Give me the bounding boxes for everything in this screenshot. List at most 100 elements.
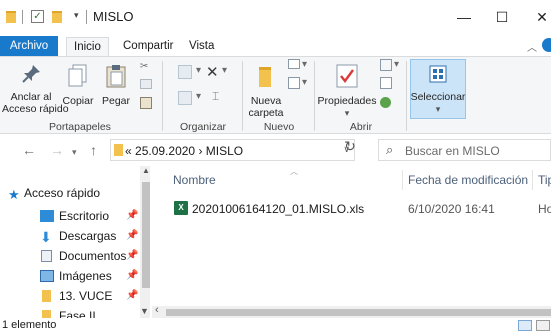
nav-item-label: Escritorio <box>59 209 110 223</box>
select-button[interactable]: Seleccionar ▾ <box>408 63 468 115</box>
address-bar[interactable]: « 25.09.2020 › MISLO ∨ <box>110 139 355 161</box>
horizontal-scrollbar[interactable]: ‹ <box>152 304 551 318</box>
nav-item-desktop[interactable]: Escritorio 📌 <box>0 206 150 226</box>
tab-compartir[interactable]: Compartir <box>116 37 180 56</box>
help-icon[interactable] <box>542 38 551 52</box>
collapse-ribbon-icon[interactable]: ︿ <box>527 39 537 54</box>
checkbox-icon[interactable]: ✓ <box>31 10 44 23</box>
window-title: MISLO <box>93 9 134 24</box>
copy-button[interactable]: Copiar <box>60 63 96 107</box>
nav-item-downloads[interactable]: ⬇ Descargas 📌 <box>0 226 150 246</box>
tab-vista[interactable]: Vista <box>182 37 221 56</box>
nav-item-folder-vuce[interactable]: 13. VUCE 📌 <box>0 286 150 306</box>
column-header-type[interactable]: Tip <box>538 173 551 187</box>
chevron-down-icon[interactable]: ▾ <box>302 77 307 88</box>
scrollbar-thumb[interactable] <box>142 182 150 288</box>
divider <box>86 10 87 24</box>
large-icons-view-icon[interactable] <box>536 320 550 331</box>
nav-item-label: Imágenes <box>59 269 112 283</box>
recent-locations-chevron-icon[interactable]: ▾ <box>72 147 77 158</box>
breadcrumb-parent[interactable]: 25.09.2020 <box>135 144 195 158</box>
cut-icon[interactable]: ✂ <box>140 61 148 72</box>
pin-icon[interactable]: 📌 <box>126 266 138 286</box>
new-folder-label: Nueva carpeta <box>248 95 284 119</box>
search-input[interactable]: Buscar en MISLO <box>405 144 500 158</box>
select-label: Seleccionar <box>410 91 466 103</box>
edit-icon[interactable] <box>380 77 392 89</box>
search-box[interactable]: ⌕ Buscar en MISLO <box>378 139 551 161</box>
nav-item-label: Acceso rápido <box>24 186 101 200</box>
pin-icon[interactable]: 📌 <box>126 286 138 306</box>
column-divider[interactable] <box>532 170 533 190</box>
chevron-down-icon: ▾ <box>344 108 350 118</box>
nav-pane-scrollbar[interactable]: ▲ <box>140 166 150 318</box>
new-folder-icon[interactable] <box>52 11 62 23</box>
chevron-down-icon[interactable]: ▾ <box>302 59 307 70</box>
easy-access-icon[interactable] <box>288 77 300 89</box>
delete-icon[interactable]: ✕ <box>206 63 219 81</box>
paste-shortcut-icon[interactable] <box>140 97 152 109</box>
tab-archivo[interactable]: Archivo <box>0 36 58 56</box>
navigation-bar: ← → ▾ ↑ « 25.09.2020 › MISLO ∨ ↻ ⌕ Busca… <box>0 134 551 166</box>
nav-item-label: Documentos <box>59 249 127 263</box>
pictures-icon <box>40 270 54 282</box>
scroll-up-icon[interactable]: ▲ <box>142 166 150 175</box>
folder-icon <box>42 290 51 302</box>
chevron-down-icon[interactable]: ▾ <box>222 65 227 76</box>
sort-ascending-icon: ︿ <box>290 167 298 176</box>
folder-icon <box>42 310 51 318</box>
search-icon: ⌕ <box>386 142 394 157</box>
refresh-icon[interactable]: ↻ <box>340 138 360 158</box>
properties-button[interactable]: Propiedades ▾ <box>316 63 378 119</box>
nav-item-label: Descargas <box>59 229 117 243</box>
file-name: 20201006164120_01.MISLO.xls <box>192 202 365 216</box>
details-view-icon[interactable] <box>518 320 532 331</box>
pin-icon[interactable]: 📌 <box>126 206 138 226</box>
scroll-left-icon[interactable]: ‹ <box>155 304 159 316</box>
select-all-icon <box>429 65 447 83</box>
scrollbar-thumb[interactable] <box>166 309 551 316</box>
navigation-pane: ★ Acceso rápido Escritorio 📌 ⬇ Descargas… <box>0 166 150 318</box>
copy-icon <box>68 64 87 87</box>
item-count: 1 elemento <box>2 319 57 331</box>
paste-button[interactable]: Pegar <box>98 63 134 107</box>
nav-item-documents[interactable]: Documentos 📌 <box>0 246 150 266</box>
up-arrow-icon[interactable]: ↑ <box>90 142 97 158</box>
column-header-name[interactable]: Nombre <box>173 173 216 187</box>
quick-access-dropdown-icon[interactable]: ▾ <box>74 10 79 21</box>
maximize-button[interactable]: ☐ <box>490 6 514 28</box>
pin-icon[interactable]: 📌 <box>126 246 138 266</box>
column-header-modified[interactable]: Fecha de modificación <box>408 173 528 187</box>
nav-item-folder-fase[interactable]: Fase II <box>0 306 150 318</box>
new-item-icon[interactable] <box>288 59 300 69</box>
pin-icon[interactable]: 📌 <box>126 226 138 246</box>
scroll-down-icon[interactable]: ▼ <box>140 306 149 316</box>
table-row[interactable]: X 20201006164120_01.MISLO.xls 6/10/2020 … <box>152 198 551 218</box>
back-arrow-icon[interactable]: ← <box>22 142 36 158</box>
pin-quick-access-button[interactable]: Anclar al Acceso rápido <box>2 63 69 115</box>
rename-icon[interactable]: ⌶ <box>212 89 219 104</box>
forward-arrow-icon[interactable]: → <box>50 142 64 158</box>
history-icon[interactable] <box>380 97 391 108</box>
breadcrumb-current[interactable]: MISLO <box>206 144 243 158</box>
file-modified: 6/10/2020 16:41 <box>408 202 495 216</box>
column-divider[interactable] <box>402 170 403 190</box>
title-bar: ✓ ▾ MISLO — ☐ ✕ <box>0 0 551 34</box>
open-icon[interactable] <box>380 59 392 71</box>
close-button[interactable]: ✕ <box>530 6 551 28</box>
breadcrumb-overflow[interactable]: « <box>125 144 132 158</box>
folder-icon <box>114 144 123 156</box>
tab-inicio[interactable]: Inicio <box>66 37 109 56</box>
breadcrumb-separator[interactable]: › <box>198 144 202 158</box>
chevron-down-icon[interactable]: ▾ <box>394 59 399 70</box>
copy-path-icon[interactable] <box>140 79 152 89</box>
nav-item-pictures[interactable]: Imágenes 📌 <box>0 266 150 286</box>
copy-to-icon[interactable] <box>178 91 192 105</box>
chevron-down-icon[interactable]: ▾ <box>196 65 201 76</box>
new-folder-button[interactable]: Nueva carpeta <box>246 63 286 119</box>
nav-item-quick-access[interactable]: ★ Acceso rápido <box>0 183 150 203</box>
folder-icon <box>259 67 271 87</box>
move-to-icon[interactable] <box>178 65 192 79</box>
chevron-down-icon[interactable]: ▾ <box>196 91 201 102</box>
minimize-button[interactable]: — <box>452 6 476 28</box>
